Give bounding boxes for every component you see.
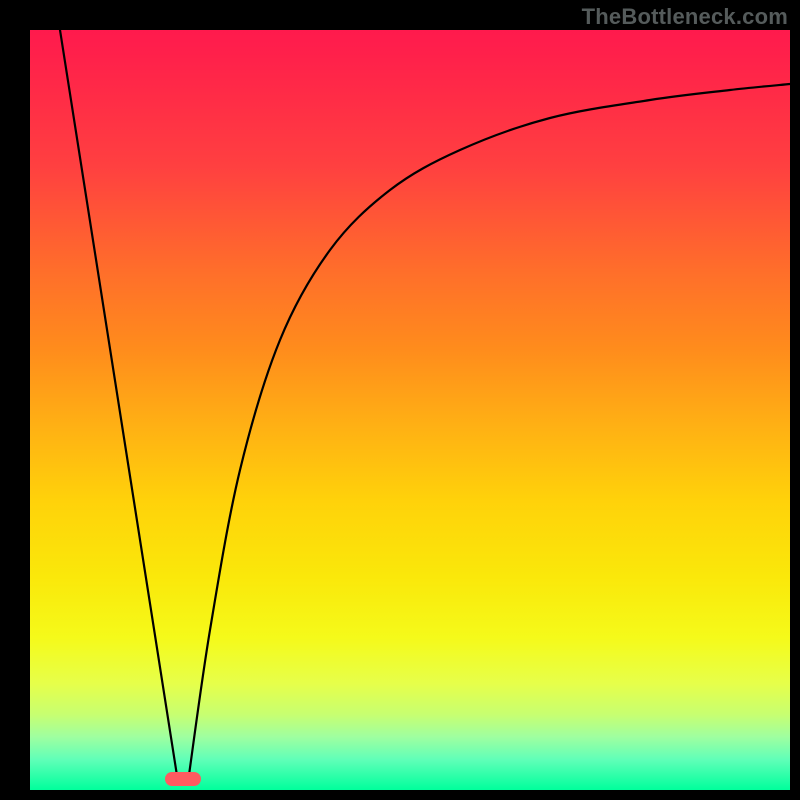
chart-frame	[30, 30, 790, 790]
curve-left-branch	[60, 30, 178, 782]
watermark-text: TheBottleneck.com	[582, 4, 788, 30]
bottleneck-curve	[30, 30, 790, 790]
curve-right-branch	[188, 84, 790, 782]
notch-marker	[165, 772, 201, 786]
